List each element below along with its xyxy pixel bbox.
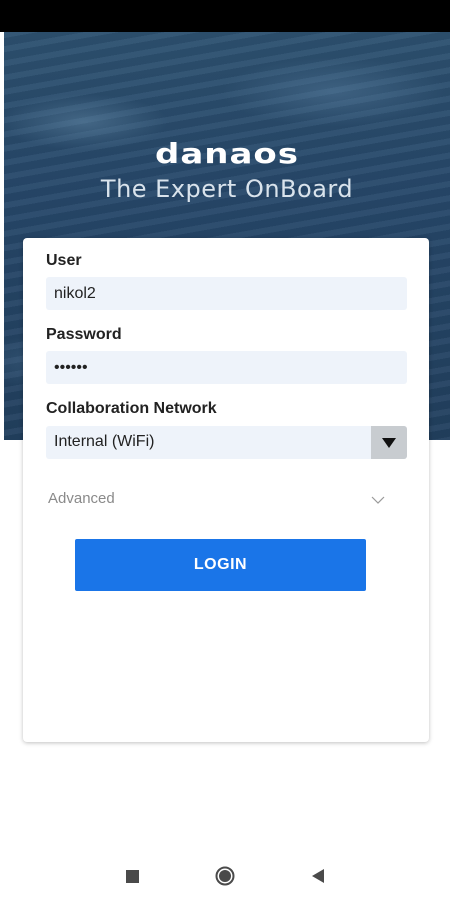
user-input[interactable] xyxy=(46,277,407,310)
navigation-bar xyxy=(0,850,450,900)
user-label: User xyxy=(46,252,82,269)
square-icon[interactable] xyxy=(122,867,142,885)
network-label: Collaboration Network xyxy=(46,400,217,417)
password-input[interactable] xyxy=(46,351,407,384)
login-card: User Password Collaboration Network Inte… xyxy=(23,238,429,742)
brand-logo: danaos xyxy=(154,138,300,170)
caret-down-icon[interactable] xyxy=(371,426,407,459)
advanced-toggle[interactable]: Advanced xyxy=(46,488,386,508)
login-button[interactable]: LOGIN xyxy=(75,539,366,591)
circle-icon[interactable] xyxy=(215,866,235,886)
triangle-left-icon[interactable] xyxy=(308,867,328,885)
status-bar xyxy=(0,0,450,32)
password-label: Password xyxy=(46,326,122,343)
tagline: The Expert OnBoard xyxy=(100,175,354,203)
chevron-down-icon xyxy=(371,491,385,509)
advanced-label: Advanced xyxy=(48,490,115,507)
network-selected-value: Internal (WiFi) xyxy=(54,433,155,450)
network-select[interactable]: Internal (WiFi) xyxy=(46,426,407,459)
